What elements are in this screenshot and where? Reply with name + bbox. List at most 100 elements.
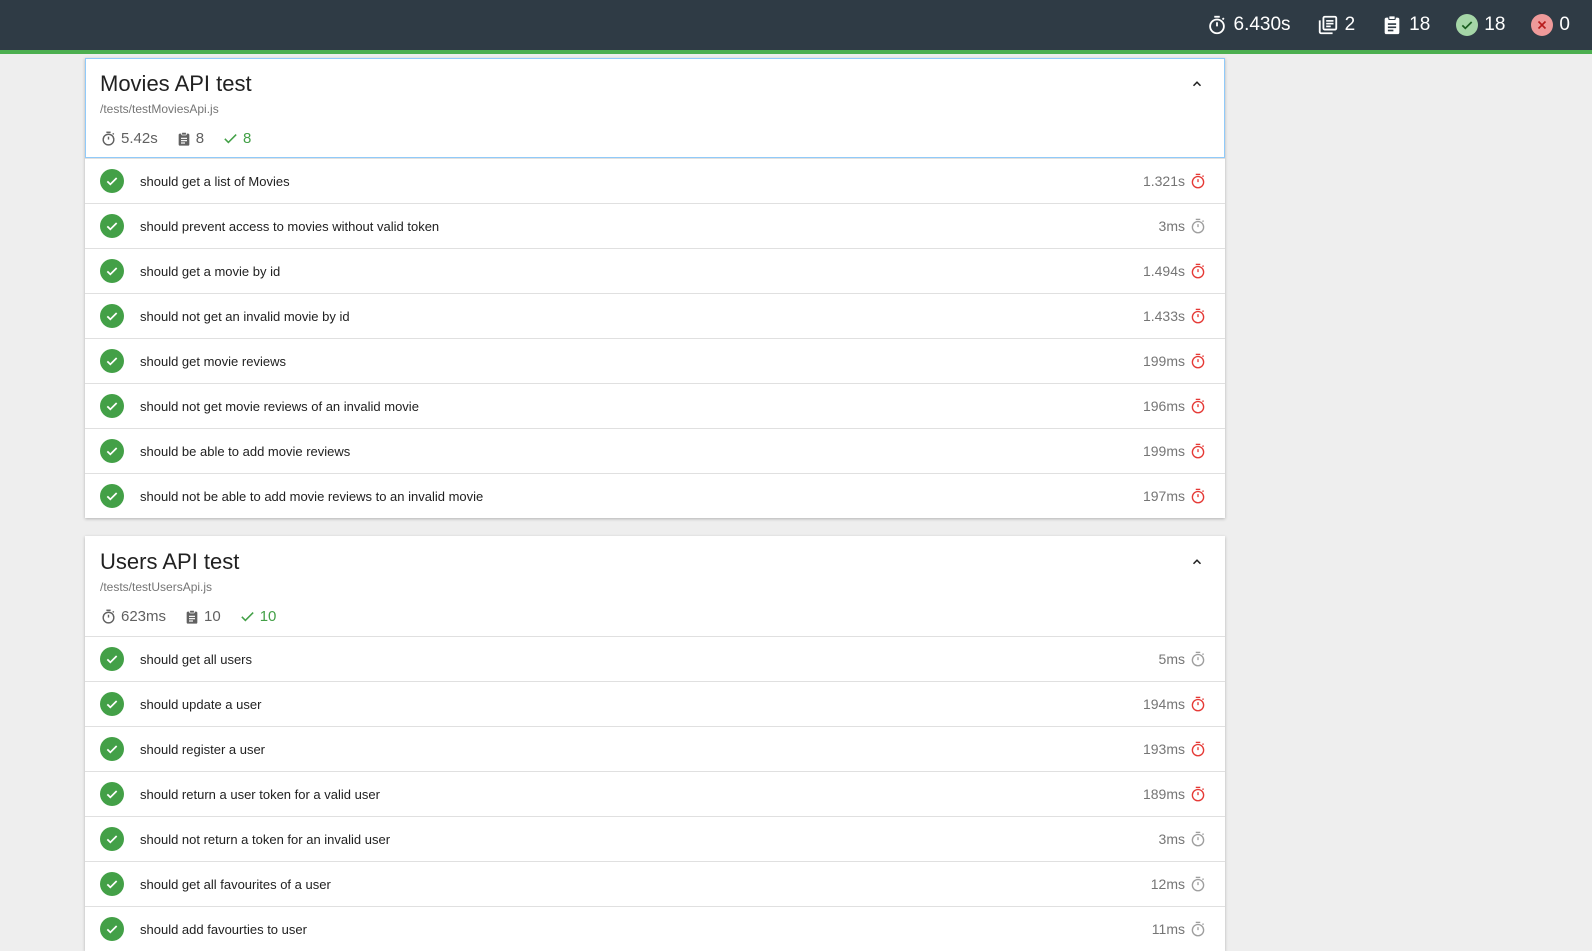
test-duration: 189ms: [1142, 786, 1185, 802]
clipboard-icon: [178, 131, 190, 146]
test-duration: 1.494s: [1142, 263, 1185, 279]
passed-check-icon: [100, 917, 124, 941]
test-duration: 199ms: [1142, 443, 1185, 459]
test-duration: 196ms: [1142, 398, 1185, 414]
passed-check-icon: [100, 782, 124, 806]
test-row[interactable]: should update a user 194ms: [85, 681, 1225, 726]
suite-tests-count-value: 8: [195, 130, 205, 147]
test-title: should return a user token for a valid u…: [140, 786, 380, 802]
test-title: should not get movie reviews of an inval…: [140, 398, 419, 414]
passed-check-icon: [100, 827, 124, 851]
test-row[interactable]: should register a user 193ms: [85, 726, 1225, 771]
test-title: should not be able to add movie reviews …: [140, 488, 484, 504]
stopwatch-icon: [102, 609, 115, 624]
test-row[interactable]: should not get movie reviews of an inval…: [85, 383, 1225, 428]
passed-check-icon: [100, 214, 124, 238]
test-title: should get a movie by id: [140, 263, 281, 279]
check-icon: [241, 612, 254, 622]
test-duration: 1.321s: [1142, 173, 1185, 189]
suite-passes-value: 8: [243, 130, 252, 147]
stopwatch-icon: [1191, 398, 1205, 414]
passed-check-icon: [100, 484, 124, 508]
clipboard-icon: [186, 609, 198, 624]
test-title: should be able to add movie reviews: [140, 443, 351, 459]
stat-tests: 18: [1381, 14, 1430, 36]
stat-tests-value: 18: [1409, 14, 1431, 35]
stat-suites-value: 2: [1344, 14, 1356, 35]
suite-passes-value: 10: [259, 608, 277, 625]
stopwatch-icon: [1191, 876, 1205, 892]
test-row[interactable]: should add favourties to user 11ms: [85, 906, 1225, 951]
stopwatch-icon: [1191, 786, 1205, 802]
passed-check-icon: [100, 737, 124, 761]
pass-icon: [1456, 14, 1479, 36]
stopwatch-icon: [1191, 921, 1205, 937]
suite-file-path: /tests/testUsersApi.js: [100, 580, 213, 594]
test-title: should update a user: [140, 696, 262, 712]
fail-icon: [1531, 14, 1554, 36]
passed-check-icon: [100, 647, 124, 671]
suite-title: Users API test: [100, 549, 240, 574]
test-row[interactable]: should get a movie by id 1.494s: [85, 248, 1225, 293]
suite-duration-value: 623ms: [121, 608, 167, 625]
test-duration: 193ms: [1142, 741, 1185, 757]
suite-passes: 8: [222, 130, 251, 147]
suite-header[interactable]: Movies API test/tests/testMoviesApi.js 5.…: [85, 58, 1225, 158]
stopwatch-icon: [1191, 443, 1205, 459]
passed-check-icon: [100, 259, 124, 283]
stopwatch-icon: [1191, 831, 1205, 847]
suite-card: Movies API test/tests/testMoviesApi.js 5.…: [85, 58, 1225, 518]
stopwatch-icon: [1191, 651, 1205, 667]
test-duration: 197ms: [1142, 488, 1185, 504]
suite-duration-value: 5.42s: [121, 130, 158, 147]
test-row[interactable]: should return a user token for a valid u…: [85, 771, 1225, 816]
stopwatch-icon: [1208, 15, 1225, 35]
chevron-up-icon: [1192, 81, 1202, 87]
test-title: should get all users: [140, 651, 253, 667]
suite-passes: 10: [239, 608, 277, 625]
suite-header[interactable]: Users API test/tests/testUsersApi.js 623m…: [85, 536, 1225, 636]
test-duration: 12ms: [1150, 876, 1185, 892]
test-duration: 199ms: [1142, 353, 1185, 369]
test-title: should prevent access to movies without …: [140, 218, 440, 234]
suite-duration: 623ms: [100, 608, 166, 625]
stopwatch-icon: [102, 131, 115, 146]
suite-summary: 623ms 10 10: [100, 608, 1210, 625]
stopwatch-icon: [1191, 173, 1205, 189]
stat-passes: 18: [1456, 14, 1505, 36]
suite-tests-count-value: 10: [204, 608, 221, 625]
stopwatch-icon: [1191, 696, 1205, 712]
stopwatch-icon: [1191, 308, 1205, 324]
suite-duration: 5.42s: [100, 130, 158, 147]
test-row[interactable]: should not return a token for an invalid…: [85, 816, 1225, 861]
passed-check-icon: [100, 439, 124, 463]
test-row[interactable]: should prevent access to movies without …: [85, 203, 1225, 248]
suite-tests-count: 10: [184, 608, 221, 625]
stat-duration-value: 6.430s: [1233, 14, 1291, 35]
test-duration: 194ms: [1142, 696, 1185, 712]
stopwatch-icon: [1191, 218, 1205, 234]
test-title: should register a user: [140, 741, 266, 757]
suite-card: Users API test/tests/testUsersApi.js 623m…: [85, 536, 1225, 951]
clipboard-icon: [1384, 15, 1400, 35]
stopwatch-icon: [1191, 263, 1205, 279]
stat-suites: 2: [1317, 14, 1356, 36]
test-row[interactable]: should get a list of Movies 1.321s: [85, 158, 1225, 203]
collapse-button[interactable]: [1185, 550, 1209, 574]
passed-check-icon: [100, 169, 124, 193]
test-row[interactable]: should get all favourites of a user 12ms: [85, 861, 1225, 906]
test-duration: 11ms: [1151, 921, 1185, 937]
suites-icon: [1318, 15, 1337, 35]
test-duration: 3ms: [1158, 218, 1185, 234]
stat-passes-value: 18: [1484, 14, 1506, 35]
test-row[interactable]: should not be able to add movie reviews …: [85, 473, 1225, 518]
stopwatch-icon: [1191, 741, 1205, 757]
test-row[interactable]: should not get an invalid movie by id 1.4…: [85, 293, 1225, 338]
test-row[interactable]: should be able to add movie reviews 199ms: [85, 428, 1225, 473]
test-row[interactable]: should get movie reviews 199ms: [85, 338, 1225, 383]
test-row[interactable]: should get all users 5ms: [85, 636, 1225, 681]
test-title: should add favourties to user: [140, 921, 307, 937]
stopwatch-icon: [1191, 488, 1205, 504]
collapse-button[interactable]: [1185, 72, 1209, 96]
suite-summary: 5.42s 8 8: [100, 130, 1210, 147]
